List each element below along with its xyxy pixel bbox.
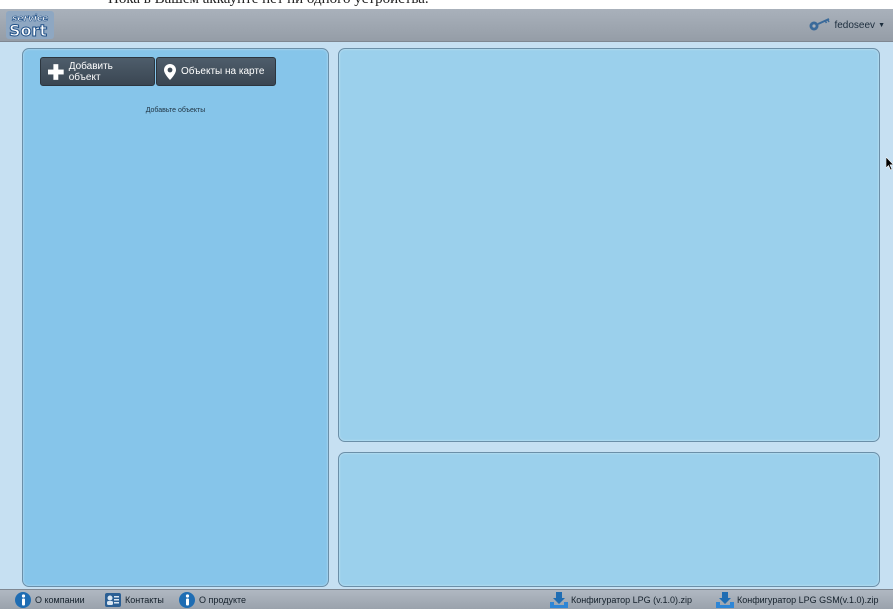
info-icon: [179, 592, 195, 608]
objects-panel: Добавить объект Объекты на карте Добавьт…: [22, 48, 329, 587]
map-panel: [338, 48, 880, 442]
about-company-link[interactable]: О компании: [14, 592, 85, 608]
mouse-cursor-icon: [886, 157, 893, 171]
objects-on-map-label: Объекты на карте: [181, 66, 265, 77]
empty-objects-hint: Добавьте объекты: [145, 107, 206, 114]
about-company-label: О компании: [35, 595, 85, 605]
key-icon: [809, 18, 831, 31]
no-devices-message-bar: Пока в Вашем аккаунте нет ни одного устр…: [0, 0, 893, 9]
about-product-label: О продукте: [199, 595, 247, 605]
add-object-button[interactable]: Добавить объект: [40, 57, 155, 86]
download-lpg-config-label: Конфигуратор LPG (v.1.0).zip: [571, 595, 693, 605]
contacts-label: Контакты: [125, 595, 164, 605]
username: fedoseev: [834, 19, 876, 31]
map-marker-icon: [164, 63, 176, 80]
plus-icon: [48, 63, 64, 80]
objects-on-map-button[interactable]: Объекты на карте: [156, 57, 276, 86]
contacts-icon: [105, 593, 121, 607]
details-panel: [338, 452, 880, 587]
info-icon: [15, 592, 31, 608]
download-lpg-gsm-config-link[interactable]: Конфигуратор LPG GSM(v.1.0).zip: [716, 592, 879, 608]
svg-text:Sort: Sort: [9, 21, 47, 39]
about-product-link[interactable]: О продукте: [178, 592, 246, 608]
download-lpg-config-link[interactable]: Конфигуратор LPG (v.1.0).zip: [550, 592, 692, 608]
no-devices-message: Пока в Вашем аккаунте нет ни одного устр…: [108, 0, 429, 8]
download-icon: [716, 592, 734, 608]
add-object-label: Добавить объект: [68, 60, 113, 83]
download-icon: [550, 592, 568, 608]
footer-bar: О компании Контакты О продукте Конфигура…: [0, 589, 893, 609]
user-menu[interactable]: fedoseev ▼: [808, 18, 885, 32]
download-lpg-gsm-config-label: Конфигуратор LPG GSM(v.1.0).zip: [737, 595, 879, 605]
brand-logo[interactable]: service Sort: [6, 11, 54, 39]
top-navbar: service Sort fedoseev ▼: [0, 9, 893, 42]
chevron-down-icon: ▼: [878, 21, 885, 29]
contacts-link[interactable]: Контакты: [104, 592, 164, 608]
